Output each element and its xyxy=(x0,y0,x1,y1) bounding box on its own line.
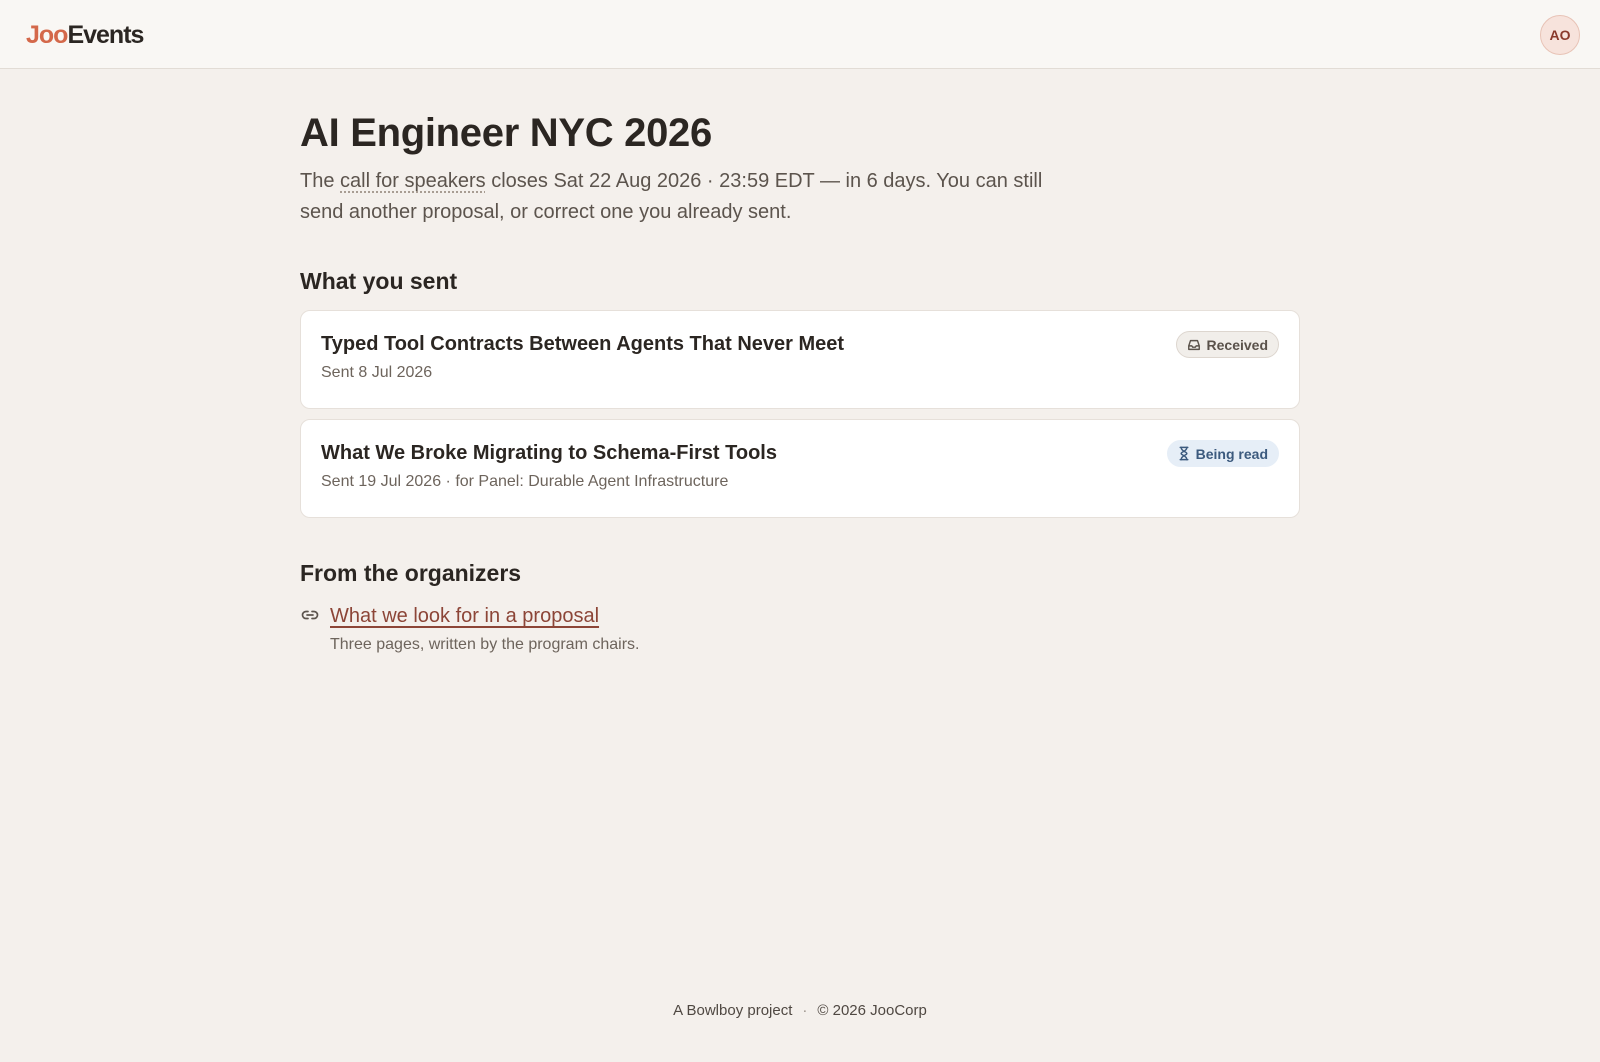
status-label: Received xyxy=(1206,336,1268,353)
lede-prefix: The xyxy=(300,170,341,192)
cfp-deadline-text: The call for speakers closes Sat 22 Aug … xyxy=(300,166,1060,228)
hourglass-icon xyxy=(1179,446,1189,461)
jooevents-logo[interactable]: JooEvents xyxy=(26,20,144,50)
proposal-guide-description: Three pages, written by the program chai… xyxy=(330,636,640,653)
top-bar: JooEvents AO xyxy=(0,0,1600,69)
proposal-list: Typed Tool Contracts Between Agents That… xyxy=(300,310,1300,518)
inbox-icon xyxy=(1187,339,1200,350)
call-for-speakers-term: call for speakers xyxy=(340,170,486,192)
footer-project: A Bowlboy project xyxy=(673,1002,793,1019)
user-avatar[interactable]: AO xyxy=(1540,15,1580,55)
proposal-card[interactable]: What We Broke Migrating to Schema-First … xyxy=(300,419,1300,518)
proposal-guide-link[interactable]: What we look for in a proposal xyxy=(330,605,599,627)
sent-section-heading: What you sent xyxy=(300,268,458,294)
logo-brand: Joo xyxy=(26,21,68,49)
main-content: AI Engineer NYC 2026 The call for speake… xyxy=(300,108,1300,655)
page-title: AI Engineer NYC 2026 xyxy=(300,111,712,155)
proposal-card[interactable]: Typed Tool Contracts Between Agents That… xyxy=(300,310,1300,409)
footer-separator: · xyxy=(802,1002,808,1019)
proposal-meta: Sent 19 Jul 2026 · for Panel: Durable Ag… xyxy=(321,473,729,490)
organizer-resource: What we look for in a proposal Three pag… xyxy=(300,603,1300,655)
footer: A Bowlboy project · © 2026 JooCorp xyxy=(0,1001,1600,1021)
logo-product: Events xyxy=(67,21,144,49)
proposal-title: Typed Tool Contracts Between Agents That… xyxy=(321,333,845,355)
proposal-title: What We Broke Migrating to Schema-First … xyxy=(321,442,777,464)
footer-copyright: © 2026 JooCorp xyxy=(817,1002,927,1019)
status-badge: Being read xyxy=(1166,440,1279,467)
organizers-section-heading: From the organizers xyxy=(300,560,522,586)
status-label: Being read xyxy=(1195,445,1268,462)
proposal-meta: Sent 8 Jul 2026 xyxy=(321,364,433,381)
link-icon xyxy=(301,610,319,620)
status-badge: Received xyxy=(1175,331,1279,358)
